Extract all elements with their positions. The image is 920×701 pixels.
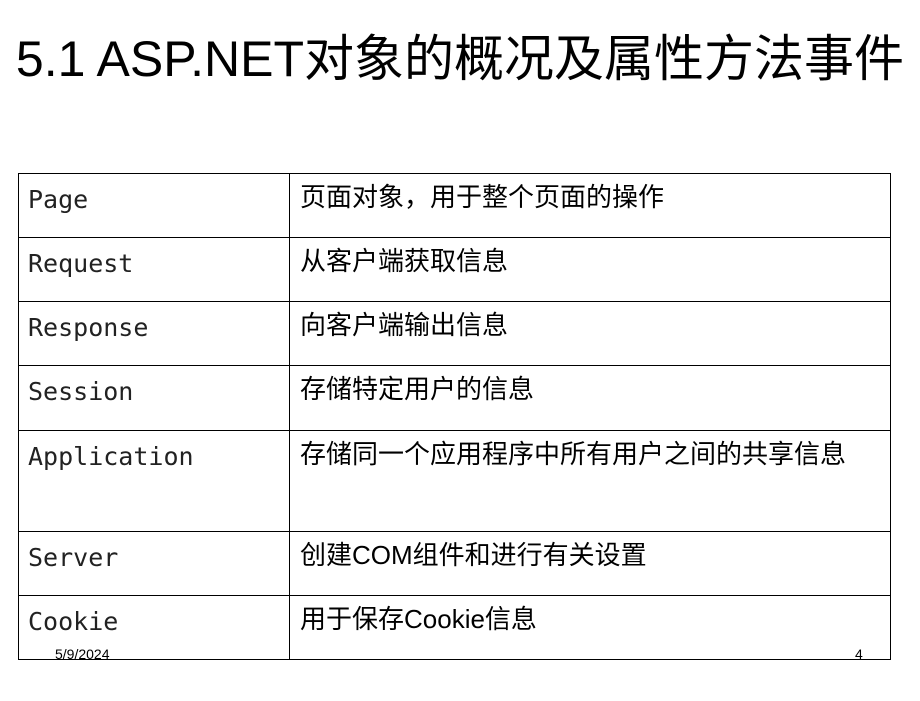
object-description: 向客户端输出信息: [289, 301, 891, 366]
object-name: Application: [18, 430, 290, 532]
object-description: 从客户端获取信息: [289, 237, 891, 302]
table-row: Application 存储同一个应用程序中所有用户之间的共享信息: [18, 430, 891, 532]
slide-number: 4: [855, 646, 863, 662]
object-name: Session: [18, 365, 290, 431]
object-description: 存储特定用户的信息: [289, 365, 891, 431]
table-row: Server 创建COM组件和进行有关设置: [18, 531, 891, 596]
object-description: 创建COM组件和进行有关设置: [289, 531, 891, 596]
slide-date: 5/9/2024: [55, 646, 110, 662]
table-row: Page 页面对象，用于整个页面的操作: [18, 173, 891, 238]
table-row: Response 向客户端输出信息: [18, 301, 891, 366]
object-name: Server: [18, 531, 290, 596]
object-name: Request: [18, 237, 290, 302]
object-name: Page: [18, 173, 290, 238]
object-name: Response: [18, 301, 290, 366]
table-row: Cookie 用于保存Cookie信息: [18, 595, 891, 660]
table-row: Request 从客户端获取信息: [18, 237, 891, 302]
object-description: 用于保存Cookie信息: [289, 595, 891, 660]
slide-title: 5.1 ASP.NET对象的概况及属性方法事件: [15, 31, 905, 87]
objects-table: Page 页面对象，用于整个页面的操作 Request 从客户端获取信息 Res…: [18, 173, 891, 660]
object-description: 页面对象，用于整个页面的操作: [289, 173, 891, 238]
object-description: 存储同一个应用程序中所有用户之间的共享信息: [289, 430, 891, 532]
table-row: Session 存储特定用户的信息: [18, 365, 891, 431]
